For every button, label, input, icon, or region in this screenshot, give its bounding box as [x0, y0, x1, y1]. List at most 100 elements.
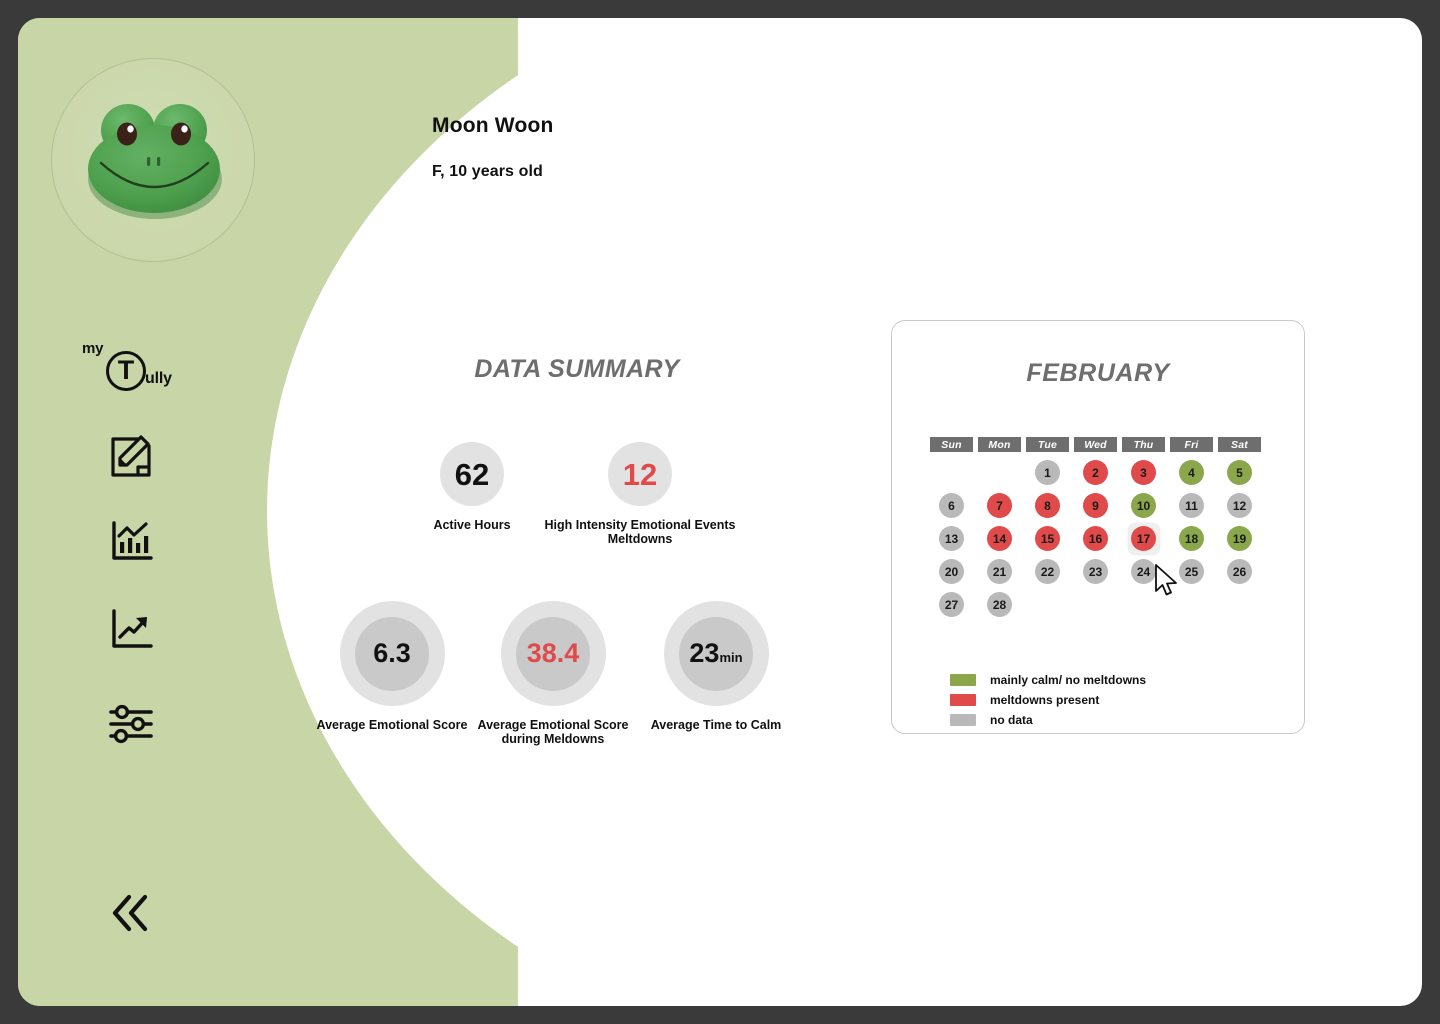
calendar-day-cell: 16 [1074, 526, 1117, 551]
calendar-day-placeholder [1083, 592, 1108, 617]
sidebar-item-settings[interactable] [100, 693, 162, 755]
calendar-day-13[interactable]: 13 [939, 526, 964, 551]
calendar-day-4[interactable]: 4 [1179, 460, 1204, 485]
trend-up-icon [112, 609, 153, 648]
calendar-day-15[interactable]: 15 [1035, 526, 1060, 551]
calendar-day-22[interactable]: 22 [1035, 559, 1060, 584]
calendar-day-cell: 13 [930, 526, 973, 551]
calendar-day-cell: 9 [1074, 493, 1117, 518]
data-summary-title: DATA SUMMARY [474, 355, 680, 383]
sidebar-item-reports[interactable] [100, 511, 162, 573]
calendar-day-cell: 15 [1026, 526, 1069, 551]
calendar-day-8[interactable]: 8 [1035, 493, 1060, 518]
calendar-day-cell: 28 [978, 592, 1021, 617]
calendar-day-25[interactable]: 25 [1179, 559, 1204, 584]
calendar-weekday-fri: Fri [1170, 437, 1213, 452]
legend-label: meltdowns present [990, 693, 1100, 707]
calendar-day-24[interactable]: 24 [1131, 559, 1156, 584]
metric-value: 38.4 [526, 638, 580, 668]
calendar-day-14[interactable]: 14 [987, 526, 1012, 551]
calendar-day-28[interactable]: 28 [987, 592, 1012, 617]
calendar-day-cell: 11 [1170, 493, 1213, 518]
bar-chart-icon [112, 521, 153, 560]
calendar-day-cell: 7 [978, 493, 1021, 518]
sidebar-item-notes[interactable] [100, 426, 162, 488]
calendar-week-row: 12345 [930, 460, 1270, 485]
calendar-day-18[interactable]: 18 [1179, 526, 1204, 551]
calendar-day-cell: 22 [1026, 559, 1069, 584]
calendar-week-row: 27 28 [930, 592, 1270, 617]
legend-label: mainly calm/ no meltdowns [990, 673, 1147, 687]
sidebar-item-trends[interactable] [100, 599, 162, 661]
calendar-card: FEBRUARY Sun Mon Tue Wed Thu Fri Sat 123456789… [891, 320, 1305, 734]
calendar-day-empty [978, 460, 1021, 485]
calendar-day-10[interactable]: 10 [1131, 493, 1156, 518]
note-edit-icon [111, 435, 151, 477]
collapse-sidebar-button[interactable] [96, 878, 166, 948]
legend-item-green: mainly calm/ no meltdowns [950, 673, 1146, 687]
legend-swatch-red [950, 694, 976, 706]
patient-meta: F, 10 years old [432, 163, 543, 180]
metric-bubble: 38.4 [500, 601, 606, 706]
calendar-day-17[interactable]: 17 [1131, 526, 1156, 551]
calendar-day-cell: 25 [1170, 559, 1213, 584]
calendar-day-empty [1074, 592, 1117, 617]
calendar-day-cell: 21 [978, 559, 1021, 584]
patient-name: Moon Woon [432, 114, 554, 137]
calendar-day-cell: 12 [1218, 493, 1261, 518]
calendar-weekday-sat: Sat [1218, 437, 1261, 452]
calendar-day-5[interactable]: 5 [1227, 460, 1252, 485]
calendar-week-row: 6 7 8 9 10 11 12 [930, 493, 1270, 518]
calendar-day-cell: 24 [1122, 559, 1165, 584]
calendar-day-cell: 3 [1122, 460, 1165, 485]
calendar-day-20[interactable]: 20 [939, 559, 964, 584]
app-logo[interactable]: my T ully [68, 336, 198, 404]
calendar-month-title: FEBRUARY [1026, 359, 1170, 387]
calendar-day-cell: 14 [978, 526, 1021, 551]
logo-letter: T [117, 355, 135, 385]
calendar-day-3[interactable]: 3 [1131, 460, 1156, 485]
avatar[interactable] [51, 58, 255, 262]
metric-bubble: 23min [663, 601, 769, 706]
calendar-day-empty [1170, 592, 1213, 617]
calendar-day-21[interactable]: 21 [987, 559, 1012, 584]
calendar-day-27[interactable]: 27 [939, 592, 964, 617]
calendar-day-empty [1026, 592, 1069, 617]
calendar-weekday-thu: Thu [1122, 437, 1165, 452]
calendar-weekday-sun: Sun [930, 437, 973, 452]
device-frame: my T ully Moon Woon F, 10 years old DATA… [0, 0, 1440, 1024]
metric-label: High Intensity Emotional Events Meltdown… [544, 518, 736, 547]
calendar-week-row: 20 21 22 23 24 25 26 [930, 559, 1270, 584]
calendar-day-cell: 8 [1026, 493, 1069, 518]
calendar-day-6[interactable]: 6 [939, 493, 964, 518]
calendar-day-11[interactable]: 11 [1179, 493, 1204, 518]
frog-avatar-icon [88, 104, 222, 219]
calendar-day-19[interactable]: 19 [1227, 526, 1252, 551]
calendar-day-cell: 2 [1074, 460, 1117, 485]
calendar-day-placeholder [1227, 592, 1252, 617]
calendar-day-empty [1218, 592, 1261, 617]
legend-swatch-green [950, 674, 976, 686]
calendar-day-7[interactable]: 7 [987, 493, 1012, 518]
calendar-day-12[interactable]: 12 [1227, 493, 1252, 518]
logo-prefix: my [82, 340, 104, 357]
metric-bubble: 12 [608, 442, 672, 506]
calendar-day-placeholder [939, 460, 964, 485]
metric-meltdowns: 12 High Intensity Emotional Events Meltd… [532, 442, 748, 547]
legend-item-gray: no data [950, 713, 1146, 727]
metric-value: 23min [664, 640, 769, 667]
metric-bubble: 62 [440, 442, 504, 506]
calendar-day-16[interactable]: 16 [1083, 526, 1108, 551]
calendar-day-empty [930, 460, 973, 485]
app-screen: my T ully Moon Woon F, 10 years old DATA… [18, 18, 1422, 1006]
calendar-day-1[interactable]: 1 [1035, 460, 1060, 485]
calendar-day-23[interactable]: 23 [1083, 559, 1108, 584]
calendar-weekday-wed: Wed [1074, 437, 1117, 452]
metric-bubble: 6.3 [339, 601, 445, 706]
legend-item-red: meltdowns present [950, 693, 1146, 707]
calendar-day-9[interactable]: 9 [1083, 493, 1108, 518]
calendar-day-2[interactable]: 2 [1083, 460, 1108, 485]
calendar-weeks: 1 2 3 4 5 6 7 8 9 10 11 12 13 14 15 16 17 18 19 20 21 22 23 24 2… [930, 460, 1270, 617]
metric-label: Active Hours [433, 518, 511, 532]
calendar-day-26[interactable]: 26 [1227, 559, 1252, 584]
